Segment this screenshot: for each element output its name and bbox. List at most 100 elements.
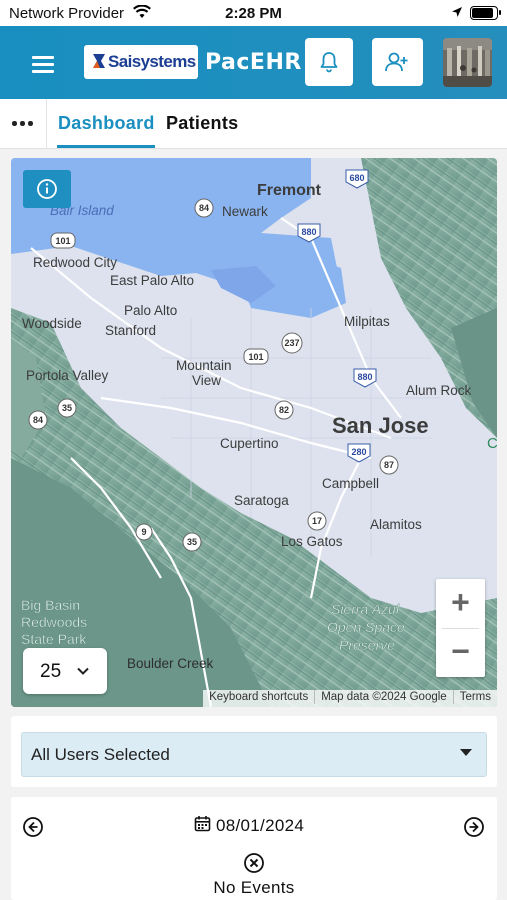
- date-display[interactable]: 08/01/2024: [194, 815, 304, 837]
- map-label-alum-rock: Alum Rock: [406, 383, 472, 398]
- shield-87-icon: 87: [379, 455, 399, 475]
- svg-text:82: 82: [279, 405, 289, 415]
- shield-35-icon: 35: [57, 398, 77, 418]
- map-label-cupertino: Cupertino: [220, 436, 279, 451]
- map-label-sierra-azul-3: Preserve: [339, 637, 395, 653]
- info-icon: [37, 179, 57, 199]
- map-data-credit: Map data ©2024 Google: [314, 690, 452, 704]
- map-label-alamitos: Alamitos: [370, 517, 422, 532]
- svg-text:87: 87: [384, 460, 394, 470]
- svg-text:84: 84: [199, 203, 209, 213]
- map-label-palo-alto: Palo Alto: [124, 303, 177, 318]
- map-label-portola-valley: Portola Valley: [26, 368, 109, 383]
- tab-dashboard[interactable]: Dashboard: [58, 113, 155, 134]
- location-arrow-icon: [452, 7, 462, 17]
- previous-day-icon[interactable]: [22, 816, 44, 838]
- tab-patients[interactable]: Patients: [166, 113, 238, 134]
- map-zoom-controls: + −: [436, 579, 485, 677]
- svg-text:880: 880: [357, 372, 372, 382]
- more-options-icon[interactable]: [12, 121, 34, 127]
- divider: [46, 99, 47, 149]
- map-label-sierra-azul: Sierra Azul: [331, 601, 400, 617]
- shield-35b-icon: 35: [182, 532, 202, 552]
- map-label-newark: Newark: [222, 204, 268, 219]
- map-label-campbell: Campbell: [322, 476, 379, 491]
- active-tab-indicator: [57, 145, 155, 148]
- map-label-big-basin-2: Redwoods: [21, 614, 87, 630]
- svg-text:237: 237: [284, 338, 299, 348]
- svg-text:84: 84: [33, 415, 43, 425]
- map-label-san-jose: San Jose: [332, 413, 429, 438]
- tab-bar: Dashboard Patients: [0, 99, 507, 149]
- events-card: 08/01/2024 No Events: [11, 797, 497, 900]
- zoom-out-button[interactable]: −: [436, 628, 485, 677]
- battery-icon: [470, 6, 501, 20]
- app-name: PacEHR: [205, 50, 302, 75]
- radius-select[interactable]: 25: [23, 648, 107, 694]
- svg-text:9: 9: [141, 527, 146, 537]
- shield-84b-icon: 84: [28, 410, 48, 430]
- shield-101b-icon: 101: [243, 348, 269, 365]
- chevron-down-icon: [77, 667, 89, 675]
- notifications-button[interactable]: [305, 38, 353, 86]
- map-label-sierra-azul-2: Open Space: [327, 619, 405, 635]
- app-header: Saisystems PacEHR: [0, 26, 507, 99]
- map-label-boulder-creek: Boulder Creek: [127, 656, 214, 671]
- map-view[interactable]: Fremont Newark Bair Island Redwood City …: [11, 158, 497, 707]
- svg-text:35: 35: [187, 537, 197, 547]
- status-bar: Network Provider 2:28 PM: [0, 0, 507, 26]
- no-events-icon: [244, 853, 264, 873]
- map-label-mountain-view-2: View: [192, 373, 221, 388]
- map-label-woodside: Woodside: [22, 316, 82, 331]
- shield-237-icon: 237: [281, 332, 303, 354]
- next-day-icon[interactable]: [463, 816, 485, 838]
- no-events-message: No Events: [213, 878, 295, 897]
- map-label-redwood-city: Redwood City: [33, 255, 117, 270]
- logo-text: Saisystems: [108, 52, 196, 71]
- user-filter-value: All Users Selected: [31, 745, 170, 764]
- menu-icon[interactable]: [32, 56, 54, 73]
- svg-text:101: 101: [248, 352, 263, 362]
- map-label-big-basin: Big Basin: [21, 597, 80, 613]
- map-label-milpitas: Milpitas: [344, 314, 390, 329]
- map-attribution: Keyboard shortcuts Map data ©2024 Google T…: [203, 690, 497, 707]
- svg-text:35: 35: [62, 403, 72, 413]
- map-label-los-gatos: Los Gatos: [281, 534, 343, 549]
- dropdown-caret-icon: [460, 749, 472, 756]
- shield-101-icon: 101: [50, 232, 76, 249]
- map-label-saratoga: Saratoga: [234, 493, 289, 508]
- saisystems-logo: Saisystems: [84, 45, 198, 79]
- map-label-stanford: Stanford: [105, 323, 156, 338]
- clock: 2:28 PM: [225, 5, 282, 22]
- svg-text:17: 17: [312, 516, 322, 526]
- user-filter-card: All Users Selected: [11, 716, 497, 787]
- map-info-button[interactable]: [23, 170, 71, 208]
- map-label-mountain-view: Mountain: [176, 358, 232, 373]
- shield-82-icon: 82: [274, 400, 294, 420]
- shield-9-icon: 9: [135, 523, 153, 541]
- svg-text:101: 101: [55, 236, 70, 246]
- calendar-icon: [194, 816, 211, 832]
- map-label-fremont: Fremont: [257, 182, 322, 199]
- map-canvas[interactable]: Fremont Newark Bair Island Redwood City …: [11, 158, 497, 707]
- shield-17-icon: 17: [307, 511, 327, 531]
- add-user-icon: [385, 52, 408, 72]
- bell-icon: [320, 52, 338, 73]
- svg-text:880: 880: [301, 227, 316, 237]
- svg-text:680: 680: [349, 173, 364, 183]
- svg-text:280: 280: [351, 447, 366, 457]
- map-label-partial-c: C: [487, 435, 497, 452]
- map-label-east-palo-alto: East Palo Alto: [110, 273, 194, 288]
- user-filter-select[interactable]: All Users Selected: [21, 732, 487, 777]
- map-label-big-basin-3: State Park: [21, 631, 87, 647]
- avatar[interactable]: [443, 38, 492, 87]
- radius-value: 25: [40, 661, 62, 682]
- terms-link[interactable]: Terms: [452, 690, 497, 704]
- logo-mark-icon: [93, 54, 105, 68]
- shield-84-icon: 84: [194, 198, 214, 218]
- zoom-in-button[interactable]: +: [436, 579, 485, 628]
- avatar-photo-icon: [443, 38, 492, 87]
- selected-date: 08/01/2024: [216, 816, 305, 835]
- add-patient-button[interactable]: [372, 38, 423, 86]
- keyboard-shortcuts-link[interactable]: Keyboard shortcuts: [203, 690, 314, 704]
